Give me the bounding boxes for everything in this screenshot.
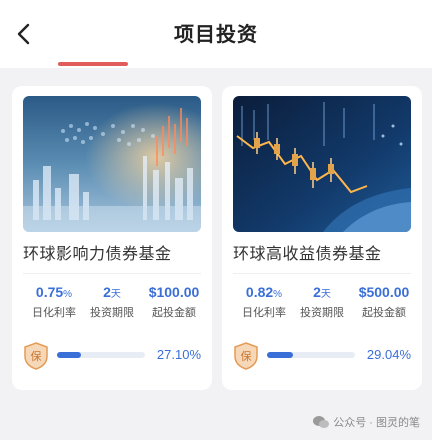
progress-text: 27.10%: [156, 347, 201, 362]
progress-fill: [267, 352, 293, 358]
term-label: 投资期限: [90, 307, 134, 319]
product-name: 环球影响力债券基金: [23, 246, 172, 263]
wechat-icon: [313, 416, 330, 428]
min-amount-stat: $100.00 起投金额: [144, 284, 204, 320]
progress-row: 保 27.10%: [23, 342, 201, 372]
term-value: 2: [103, 284, 111, 300]
rate-value: 0.75: [35, 284, 64, 300]
progress-bar: [267, 352, 355, 358]
term-stat: 2天 投资期限: [82, 284, 142, 320]
divider: [233, 273, 411, 274]
rate-unit: %: [63, 289, 73, 300]
min-amount-stat: $500.00 起投金额: [354, 284, 414, 320]
min-amount-label: 起投金额: [152, 307, 196, 319]
product-name: 环球高收益债券基金: [233, 246, 382, 263]
product-card[interactable]: 环球影响力债券基金 0.75% 日化利率 2天 投资期限 $100.00 起投金…: [12, 86, 212, 390]
watermark: 公众号 · 图灵的笔: [313, 414, 420, 430]
term-value: 2: [313, 284, 321, 300]
shield-badge-icon: 保: [234, 342, 258, 370]
rate-stat: 0.75% 日化利率: [24, 284, 84, 320]
rate-value: 0.82: [245, 284, 274, 300]
shield-badge-icon: 保: [24, 342, 48, 370]
progress-fill: [57, 352, 81, 358]
min-amount-label: 起投金额: [362, 307, 406, 319]
product-card[interactable]: 环球高收益债券基金 0.82% 日化利率 2天 投资期限 $500.00 起投金…: [222, 86, 422, 390]
divider: [23, 273, 201, 274]
progress-bar: [57, 352, 145, 358]
min-amount-value: $500.00: [358, 284, 410, 300]
rate-stat: 0.82% 日化利率: [234, 284, 294, 320]
watermark-text: 公众号 · 图灵的笔: [333, 417, 420, 429]
min-amount-value: $100.00: [148, 284, 200, 300]
rate-unit: %: [273, 289, 283, 300]
rate-label: 日化利率: [242, 307, 286, 319]
svg-text:保: 保: [31, 349, 42, 363]
svg-text:保: 保: [241, 349, 252, 363]
rate-label: 日化利率: [32, 307, 76, 319]
term-label: 投资期限: [300, 307, 344, 319]
tab-indicator: [58, 62, 128, 66]
product-image: [233, 96, 411, 232]
page-title: 项目投资: [174, 24, 258, 46]
product-image: [23, 96, 201, 232]
term-stat: 2天 投资期限: [292, 284, 352, 320]
term-unit: 天: [110, 289, 121, 300]
progress-text: 29.04%: [366, 347, 411, 362]
top-bar: 项目投资: [0, 0, 432, 68]
term-unit: 天: [320, 289, 331, 300]
progress-row: 保 29.04%: [233, 342, 411, 372]
